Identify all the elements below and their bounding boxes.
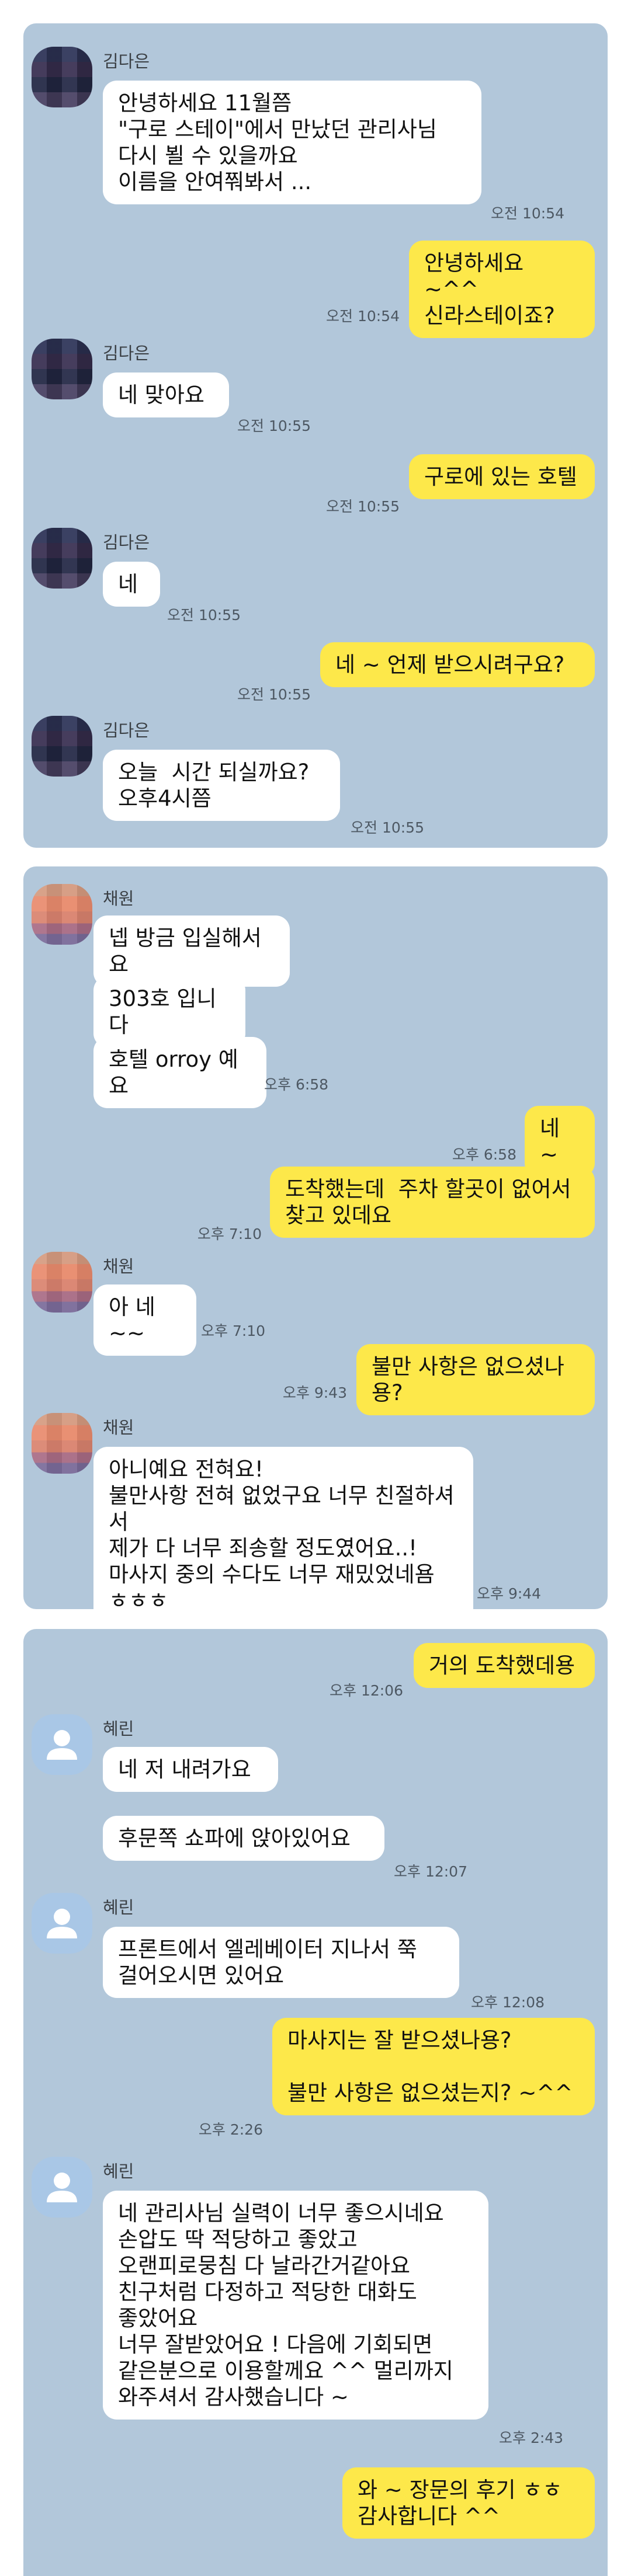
message-bubble[interactable]: 거의 도착했데용 — [414, 1643, 595, 1688]
message-bubble[interactable]: 불만 사항은 없으셨나용? — [356, 1344, 595, 1415]
timestamp: 오전 10:55 — [326, 498, 400, 515]
timestamp: 오후 2:43 — [499, 2429, 564, 2446]
default-profile-icon — [47, 1909, 77, 1938]
avatar[interactable] — [32, 2157, 92, 2218]
avatar[interactable] — [32, 47, 92, 107]
chat-screenshot-1: 김다은 안녕하세요 11월쯤 "구로 스테이"에서 만났던 관리사님 다시 뵐 … — [23, 23, 608, 848]
timestamp: 오전 10:55 — [351, 819, 424, 836]
avatar[interactable] — [32, 528, 92, 589]
message-bubble[interactable]: 안녕하세요 11월쯤 "구로 스테이"에서 만났던 관리사님 다시 뵐 수 있을… — [103, 81, 481, 204]
sender-name: 채원 — [103, 1418, 134, 1437]
timestamp: 오후 7:10 — [197, 1226, 262, 1242]
timestamp: 오후 7:10 — [201, 1322, 266, 1339]
avatar[interactable] — [32, 716, 92, 777]
sender-name: 김다은 — [103, 720, 150, 740]
timestamp: 오전 10:55 — [237, 417, 311, 434]
message-bubble[interactable]: 와 ~ 장문의 후기 ㅎㅎ 감사합니다 ^^ — [342, 2467, 595, 2539]
default-profile-icon — [47, 1730, 77, 1760]
timestamp: 오전 10:54 — [491, 205, 564, 222]
message-bubble[interactable]: 구로에 있는 호텔 — [409, 454, 595, 499]
message-bubble[interactable]: 후문쪽 쇼파에 앉아있어요 — [103, 1816, 384, 1861]
message-bubble[interactable]: 안녕하세요 ~^^ 신라스테이죠? — [409, 241, 595, 338]
message-bubble[interactable]: 아니예요 전혀요! 불만사항 전혀 없었구요 너무 친절하셔서 제가 다 너무 … — [93, 1447, 473, 1609]
avatar[interactable] — [32, 1714, 92, 1775]
timestamp: 오전 10:55 — [237, 686, 311, 703]
message-bubble[interactable]: 호텔 orroy 예요 — [93, 1037, 266, 1108]
message-bubble[interactable]: 네 관리사님 실력이 너무 좋으시네요 손압도 딱 적당하고 좋았고 오랜피로뭉… — [103, 2191, 488, 2420]
default-profile-icon — [47, 2173, 77, 2202]
message-bubble[interactable]: 오늘 시간 되실까요? 오후4시쯤 — [103, 750, 340, 821]
message-bubble[interactable]: 도착했는데 주차 할곳이 없어서 찾고 있데요 — [270, 1167, 595, 1238]
timestamp: 오후 12:07 — [394, 1863, 467, 1880]
timestamp: 오후 9:43 — [282, 1384, 347, 1401]
sender-name: 혜린 — [103, 1898, 134, 1917]
avatar[interactable] — [32, 339, 92, 399]
sender-name: 김다은 — [103, 532, 150, 552]
message-bubble[interactable]: 네 ~ 언제 받으시려구요? — [320, 642, 595, 687]
sender-name: 김다은 — [103, 343, 150, 363]
avatar[interactable] — [32, 884, 92, 945]
timestamp: 오전 10:55 — [167, 607, 241, 624]
sender-name: 채원 — [103, 1256, 134, 1276]
timestamp: 오후 9:44 — [477, 1585, 542, 1602]
timestamp: 오후 12:08 — [471, 1994, 545, 2011]
message-bubble[interactable]: 네 맞아요 — [103, 373, 229, 417]
message-bubble[interactable]: 프론트에서 엘레베이터 지나서 쭉 걸어오시면 있어요 — [103, 1927, 459, 1998]
message-bubble[interactable]: 아 네~~ — [93, 1284, 196, 1356]
message-bubble[interactable]: 마사지는 잘 받으셨나용? 불만 사항은 없으셨는지? ~^^ — [272, 2018, 595, 2115]
timestamp: 오후 12:06 — [330, 1682, 403, 1699]
chat-screenshot-3: 거의 도착했데용 오후 12:06 혜린 네 저 내려가요 후문쪽 쇼파에 앉아… — [23, 1629, 608, 2576]
message-bubble[interactable]: 네 저 내려가요 — [103, 1747, 278, 1792]
sender-name: 혜린 — [103, 1719, 134, 1739]
sender-name: 혜린 — [103, 2161, 134, 2181]
avatar[interactable] — [32, 1413, 92, 1474]
message-bubble[interactable]: 네 — [103, 562, 160, 607]
timestamp: 오후 6:58 — [452, 1146, 516, 1163]
avatar[interactable] — [32, 1252, 92, 1313]
sender-name: 김다은 — [103, 51, 150, 71]
timestamp: 오후 2:26 — [198, 2121, 263, 2138]
sender-name: 채원 — [103, 889, 134, 908]
avatar[interactable] — [32, 1893, 92, 1954]
timestamp: 오후 6:58 — [264, 1076, 329, 1093]
chat-screenshot-2: 채원 넵 방금 입실해서요 303호 입니다 호텔 orroy 예요 오후 6:… — [23, 866, 608, 1609]
timestamp: 오전 10:54 — [326, 308, 400, 325]
